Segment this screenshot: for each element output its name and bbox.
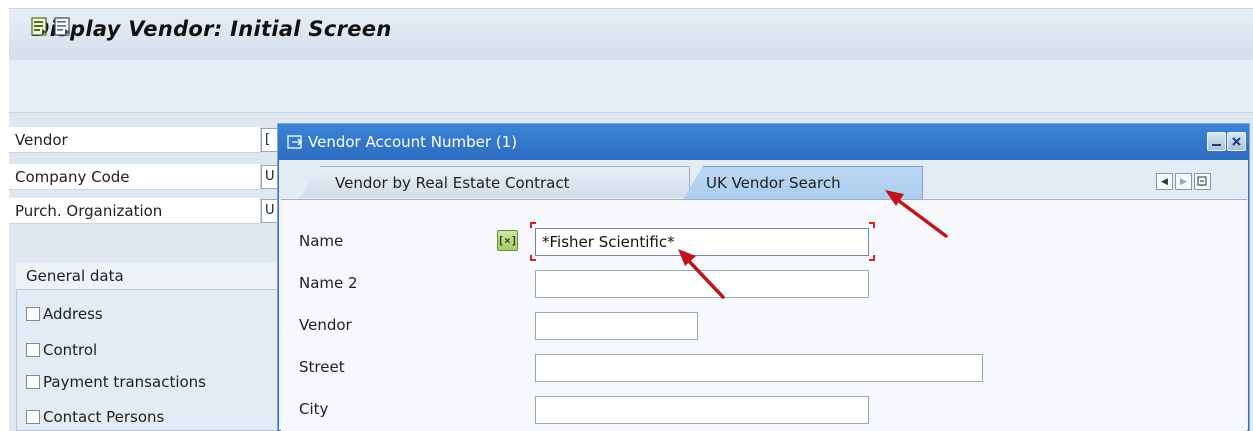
required-bracket-bottom-left [530,255,536,261]
tab-vendor-by-real-estate-contract-label: Vendor by Real Estate Contract [335,174,570,192]
payment-transactions-checkbox[interactable] [26,375,40,389]
name-label: Name [299,232,344,250]
contact-persons-label: Contact Persons [43,408,165,426]
street-label: Street [299,358,345,376]
control-label: Control [43,341,98,359]
entry-view-icon [31,17,47,36]
payment-transactions-label: Payment transactions [43,373,206,391]
vendor-field-input[interactable] [535,312,698,340]
address-option[interactable]: Address [26,302,103,326]
contact-persons-checkbox[interactable] [26,410,40,424]
dialog-window-icon [287,134,304,150]
name-input[interactable]: *Fisher Scientific* [535,228,869,256]
payment-transactions-option[interactable]: Payment transactions [26,370,206,394]
triangle-right-icon: ▶ [1180,176,1187,187]
entry-view-button[interactable] [31,17,49,37]
name-2-label: Name 2 [299,274,358,292]
name-2-input[interactable] [535,270,869,298]
triangle-left-icon: ◀ [1161,176,1168,187]
tab-scroll-right-button[interactable]: ▶ [1175,173,1192,190]
vendor-label: Vendor [9,127,261,153]
city-label: City [299,400,329,418]
tab-list-icon [1197,176,1207,186]
application-toolbar [9,60,1253,113]
document-view-button[interactable] [54,17,72,37]
contact-persons-option[interactable]: Contact Persons [26,405,164,429]
street-input[interactable] [535,354,983,382]
multiple-selection-button[interactable]: [×] [497,230,518,251]
tab-uk-vendor-search-label: UK Vendor Search [706,174,841,192]
address-checkbox[interactable] [26,307,40,321]
required-bracket-bottom-right [869,255,875,261]
required-bracket-top-right [869,222,875,228]
tab-list-button[interactable] [1194,173,1211,190]
address-label: Address [43,305,103,323]
tab-scroll-left-button[interactable]: ◀ [1156,173,1173,190]
document-view-icon [54,17,70,36]
vendor-field-label: Vendor [299,316,352,334]
purch-organization-label: Purch. Organization [9,198,261,224]
control-checkbox[interactable] [26,343,40,357]
minimize-button[interactable] [1207,132,1226,151]
dialog-title: Vendor Account Number (1) [308,133,518,151]
city-input[interactable] [535,396,869,424]
close-button[interactable] [1227,132,1246,151]
general-data-header: General data [16,262,281,290]
page-title: Display Vendor: Initial Screen [32,17,392,41]
close-icon [1232,137,1241,146]
control-option[interactable]: Control [26,338,97,362]
required-bracket-top-left [530,222,536,228]
company-code-label: Company Code [9,164,261,190]
minimize-icon [1212,144,1221,146]
